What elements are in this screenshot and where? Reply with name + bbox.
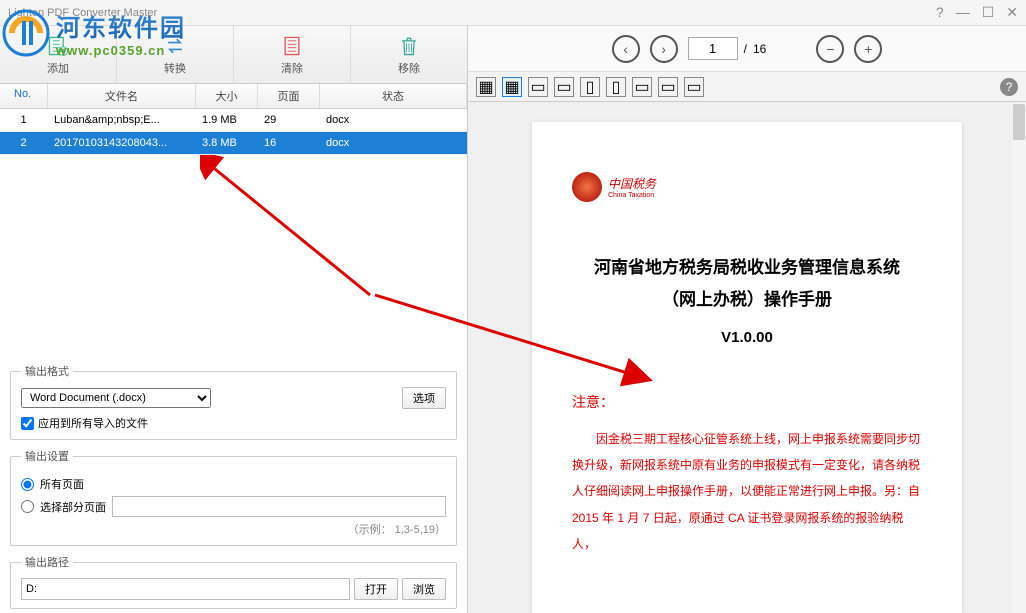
options-button[interactable]: 选项: [402, 387, 446, 409]
view-mode-6-icon[interactable]: ▯: [606, 77, 626, 97]
logo-text: 中国税务: [608, 175, 656, 192]
clear-label: 清除: [281, 60, 303, 76]
table-row[interactable]: 1 Luban&amp;nbsp;E... 1.9 MB 29 docx: [0, 109, 467, 132]
window-title: Lighten PDF Converter Master: [8, 7, 936, 19]
trash-icon: [395, 34, 423, 58]
apply-all-checkbox[interactable]: 应用到所有导入的文件: [21, 415, 446, 431]
preview-page: 中国税务 China Taxation 河南省地方税务局税收业务管理信息系统 （…: [532, 122, 962, 613]
output-format-group: 输出格式 Word Document (.docx) 选项 应用到所有导入的文件: [10, 363, 457, 440]
prev-page-button[interactable]: ‹: [612, 35, 640, 63]
clear-button[interactable]: 清除: [234, 26, 351, 83]
add-file-icon: [44, 34, 72, 58]
view-mode-9-icon[interactable]: ▭: [684, 77, 704, 97]
main-toolbar: 添加 转换 清除 移除: [0, 26, 467, 84]
view-toolbar: ▦ ▦ ▭ ▭ ▯ ▯ ▭ ▭ ▭ ?: [468, 72, 1026, 102]
zoom-out-button[interactable]: −: [816, 35, 844, 63]
minimize-icon[interactable]: —: [956, 4, 970, 21]
view-mode-5-icon[interactable]: ▯: [580, 77, 600, 97]
view-mode-1-icon[interactable]: ▦: [476, 77, 496, 97]
view-mode-3-icon[interactable]: ▭: [528, 77, 548, 97]
add-button[interactable]: 添加: [0, 26, 117, 83]
zoom-in-button[interactable]: +: [854, 35, 882, 63]
convert-button[interactable]: 转换: [117, 26, 234, 83]
view-mode-8-icon[interactable]: ▭: [658, 77, 678, 97]
total-pages: 16: [753, 42, 766, 56]
remove-label: 移除: [398, 60, 420, 76]
scrollbar-thumb[interactable]: [1013, 104, 1025, 140]
col-name[interactable]: 文件名: [48, 84, 196, 108]
pager: ‹ › / 16 − +: [468, 26, 1026, 72]
col-status[interactable]: 状态: [320, 84, 467, 108]
view-mode-4-icon[interactable]: ▭: [554, 77, 574, 97]
page-input[interactable]: [688, 37, 738, 60]
convert-label: 转换: [164, 60, 186, 76]
doc-title-2: （网上办税）操作手册: [572, 284, 922, 316]
page-range-input[interactable]: [112, 496, 446, 517]
range-hint: （示例： 1,3-5,19）: [21, 521, 446, 537]
maximize-icon[interactable]: ☐: [982, 4, 995, 21]
notice-body: 因金税三期工程核心征管系统上线，网上申报系统需要同步切换升级，新网报系统中原有业…: [572, 426, 922, 558]
preview-scrollbar[interactable]: [1012, 102, 1026, 613]
clear-icon: [278, 34, 306, 58]
table-row[interactable]: 2 20170103143208043... 3.8 MB 16 docx: [0, 132, 467, 155]
output-format-legend: 输出格式: [21, 363, 73, 379]
all-pages-radio[interactable]: 所有页面: [21, 476, 446, 492]
col-pages[interactable]: 页面: [258, 84, 320, 108]
col-size[interactable]: 大小: [196, 84, 258, 108]
titlebar: Lighten PDF Converter Master ? — ☐ ✕: [0, 0, 1026, 26]
help-icon[interactable]: ?: [936, 4, 944, 21]
logo-subtext: China Taxation: [608, 192, 656, 199]
convert-icon: [161, 34, 189, 58]
select-pages-radio[interactable]: 选择部分页面: [21, 496, 446, 517]
remove-button[interactable]: 移除: [351, 26, 467, 83]
view-mode-7-icon[interactable]: ▭: [632, 77, 652, 97]
doc-version: V1.0.00: [572, 329, 922, 346]
tax-logo-icon: [572, 172, 602, 202]
path-input[interactable]: [21, 578, 350, 600]
close-icon[interactable]: ✕: [1006, 4, 1018, 21]
open-button[interactable]: 打开: [354, 578, 398, 600]
left-panel: 添加 转换 清除 移除 No. 文件名 大小 页面 状态: [0, 26, 468, 613]
preview-panel: ‹ › / 16 − + ▦ ▦ ▭ ▭ ▯ ▯ ▭ ▭ ▭ ?: [468, 26, 1026, 613]
table-header: No. 文件名 大小 页面 状态: [0, 84, 467, 109]
format-select[interactable]: Word Document (.docx): [21, 388, 211, 408]
output-setting-legend: 输出设置: [21, 448, 73, 464]
doc-title-1: 河南省地方税务局税收业务管理信息系统: [572, 252, 922, 284]
browse-button[interactable]: 浏览: [402, 578, 446, 600]
view-mode-2-icon[interactable]: ▦: [502, 77, 522, 97]
preview-help-icon[interactable]: ?: [1000, 78, 1018, 96]
notice-label: 注意：: [572, 392, 922, 412]
file-list: 1 Luban&amp;nbsp;E... 1.9 MB 29 docx 2 2…: [0, 109, 467, 355]
col-no[interactable]: No.: [0, 84, 48, 108]
add-label: 添加: [47, 60, 69, 76]
next-page-button[interactable]: ›: [650, 35, 678, 63]
document-preview[interactable]: 中国税务 China Taxation 河南省地方税务局税收业务管理信息系统 （…: [468, 102, 1026, 613]
output-path-legend: 输出路径: [21, 554, 73, 570]
output-setting-group: 输出设置 所有页面 选择部分页面 （示例： 1,3-5,19）: [10, 448, 457, 546]
output-path-group: 输出路径 打开 浏览: [10, 554, 457, 609]
